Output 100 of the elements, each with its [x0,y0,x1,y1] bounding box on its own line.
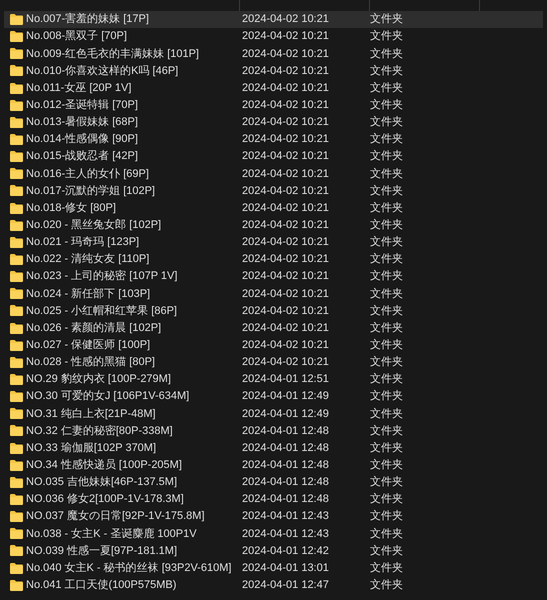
modified-date: 2024-04-01 12:48 [241,492,330,508]
folder-icon [10,236,23,248]
file-name: No.023 - 上司的秘密 [107P 1V] [26,268,178,284]
file-row[interactable]: No.023 - 上司的秘密 [107P 1V] 2024-04-02 10:21 文件夹 [4,268,543,286]
file-type: 文件夹 [370,268,403,284]
modified-date: 2024-04-02 10:21 [241,218,330,233]
file-row[interactable]: NO.036 修女2[100P-1V-178.3M] 2024-04-01 12:48 文件夹 [4,490,543,508]
file-type: 文件夹 [370,424,403,439]
file-type: 文件夹 [370,474,403,490]
folder-icon [10,14,23,26]
file-name: No.009-红色毛衣的丰满妹妹 [101P] [26,46,199,62]
file-row[interactable]: No.007-害羞的妹妹 [17P] 2024-04-02 10:21 文件夹 [4,11,543,28]
file-name: NO.037 魔女の日常[92P-1V-175.8M] [26,508,205,524]
file-name: NO.29 豹纹内衣 [100P-279M] [26,372,171,388]
modified-date: 2024-04-01 12:49 [241,406,330,422]
file-name: NO.34 性感快递员 [100P-205M] [26,458,182,473]
folder-icon [10,356,23,368]
modified-date: 2024-04-01 12:48 [241,475,330,490]
file-type: 文件夹 [370,114,403,130]
file-type: 文件夹 [370,64,403,79]
folder-icon [10,442,23,454]
modified-date: 2024-04-02 10:21 [241,98,330,114]
file-row[interactable]: No.011-女巫 [20P 1V] 2024-04-02 10:21 文件夹 [4,80,543,97]
file-row[interactable]: NO.32 仁妻的秘密[80P-338M] 2024-04-01 12:48 文件夹 [4,422,543,440]
modified-date: 2024-04-02 10:21 [241,269,330,284]
file-row[interactable]: No.022 - 清纯女友 [110P] 2024-04-02 10:21 文件夹 [4,250,543,268]
file-type: 文件夹 [370,338,403,353]
file-row[interactable]: NO.037 魔女の日常[92P-1V-175.8M] 2024-04-01 12:43 文件夹 [4,508,543,526]
file-type: 文件夹 [370,28,403,44]
file-row[interactable]: No.013-暑假妹妹 [68P] 2024-04-02 10:21 文件夹 [4,114,543,131]
file-row[interactable]: NO.34 性感快递员 [100P-205M] 2024-04-01 12:48 文件夹 [4,456,543,474]
modified-date: 2024-04-02 10:21 [241,355,330,370]
folder-icon [10,305,23,316]
file-row[interactable]: No.014-性感偶像 [90P] 2024-04-02 10:21 文件夹 [4,130,543,148]
file-name: No.020 - 黑丝兔女郎 [102P] [26,218,162,233]
folder-icon [10,134,23,146]
file-row[interactable]: NO.035 吉他妹妹[46P-137.5M] 2024-04-01 12:48 文件夹 [4,474,543,491]
file-type: 文件夹 [370,304,403,319]
modified-date: 2024-04-02 10:21 [241,12,330,28]
file-row[interactable]: No.010-你喜欢这样的K吗 [46P] 2024-04-02 10:21 文件夹 [4,62,543,80]
file-type: 文件夹 [370,12,403,28]
file-row[interactable]: NO.31 纯白上衣[21P-48M] 2024-04-01 12:49 文件夹 [4,405,543,422]
folder-icon [10,425,23,436]
modified-date: 2024-04-02 10:21 [241,149,330,164]
file-row[interactable]: No.041 工口天使(100P575MB) 2024-04-01 12:47 文件夹 [4,576,543,594]
file-name: No.021 - 玛奇玛 [123P] [26,235,140,250]
modified-date: 2024-04-01 12:48 [241,458,330,473]
file-row[interactable]: No.021 - 玛奇玛 [123P] 2024-04-02 10:21 文件夹 [4,234,543,251]
file-name: No.028 - 性感的黑猫 [80P] [26,355,155,370]
file-row[interactable]: NO.30 可爱的女J [106P1V-634M] 2024-04-01 12:49 文件夹 [4,388,543,406]
modified-date: 2024-04-02 10:21 [241,46,330,62]
file-row[interactable]: No.040 女主K - 秘书的丝袜 [93P2V-610M] 2024-04-01 13:01 文件夹 [4,560,543,577]
file-row[interactable]: No.016-主人的女仆 [69P] 2024-04-02 10:21 文件夹 [4,165,543,182]
file-row[interactable]: No.027 - 保健医师 [100P] 2024-04-02 10:21 文件夹 [4,336,543,354]
file-name: No.018-修女 [80P] [26,200,116,216]
file-row[interactable]: NO.039 性感一夏[97P-181.1M] 2024-04-01 12:42 文件夹 [4,542,543,560]
file-row[interactable]: No.026 - 素颜的清晨 [102P] 2024-04-02 10:21 文件夹 [4,320,543,337]
modified-date: 2024-04-02 10:21 [241,235,330,250]
folder-icon [10,168,23,180]
file-type: 文件夹 [370,508,403,524]
folder-icon [10,562,23,574]
modified-date: 2024-04-02 10:21 [241,132,330,148]
folder-icon [10,48,23,60]
file-type: 文件夹 [370,578,403,593]
file-row[interactable]: No.038 - 女主K - 圣诞麋鹿 100P1V 2024-04-01 12:43 文件夹 [4,525,543,542]
file-row[interactable]: No.025 - 小红帽和红苹果 [86P] 2024-04-02 10:21 文件夹 [4,302,543,320]
file-row[interactable]: NO.29 豹纹内衣 [100P-279M] 2024-04-01 12:51 文件夹 [4,370,543,388]
folder-icon [10,271,23,282]
file-row[interactable]: No.028 - 性感的黑猫 [80P] 2024-04-02 10:21 文件夹 [4,354,543,371]
modified-date: 2024-04-02 10:21 [241,286,330,302]
modified-date: 2024-04-02 10:21 [241,29,330,44]
file-row[interactable]: No.017-沉默的学姐 [102P] 2024-04-02 10:21 文件夹 [4,182,543,200]
file-type: 文件夹 [370,148,403,164]
file-row[interactable]: No.009-红色毛衣的丰满妹妹 [101P] 2024-04-02 10:21 文件夹 [4,45,543,62]
file-name: NO.32 仁妻的秘密[80P-338M] [26,424,173,439]
file-name: No.024 - 新任部下 [103P] [26,286,150,302]
folder-icon [10,288,23,300]
file-name: No.008-黑双子 [70P] [26,29,127,44]
modified-date: 2024-04-01 12:43 [241,526,330,542]
modified-date: 2024-04-01 12:43 [241,509,330,524]
modified-date: 2024-04-01 12:47 [241,578,330,593]
modified-date: 2024-04-02 10:21 [241,304,330,319]
file-name: No.022 - 清纯女友 [110P] [26,252,150,268]
file-row[interactable]: No.018-修女 [80P] 2024-04-02 10:21 文件夹 [4,200,543,217]
file-row[interactable]: NO.33 瑜伽服[102P 370M] 2024-04-01 12:48 文件夹 [4,440,543,457]
file-row[interactable]: No.024 - 新任部下 [103P] 2024-04-02 10:21 文件夹 [4,285,543,302]
file-type: 文件夹 [370,218,403,233]
file-type: 文件夹 [370,166,403,182]
folder-icon [10,460,23,471]
folder-icon [10,116,23,128]
file-type: 文件夹 [370,46,403,62]
file-row[interactable]: No.020 - 黑丝兔女郎 [102P] 2024-04-02 10:21 文件夹 [4,216,543,234]
file-type: 文件夹 [370,492,403,508]
file-row[interactable]: No.008-黑双子 [70P] 2024-04-02 10:21 文件夹 [4,28,543,46]
folder-icon [10,511,23,522]
file-name: NO.33 瑜伽服[102P 370M] [26,440,156,456]
file-name: No.012-圣诞特辑 [70P] [26,98,138,114]
file-row[interactable]: No.015-战败忍者 [42P] 2024-04-02 10:21 文件夹 [4,148,543,166]
file-row[interactable]: No.012-圣诞特辑 [70P] 2024-04-02 10:21 文件夹 [4,96,543,114]
modified-date: 2024-04-01 12:48 [241,424,330,439]
